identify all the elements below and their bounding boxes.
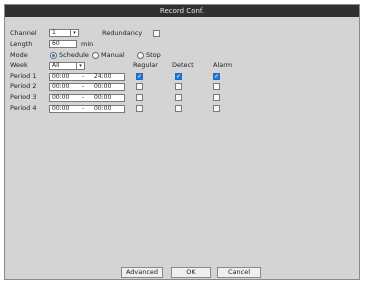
period-time-input[interactable]: 00:00 - 00:00 — [49, 94, 125, 102]
dialog-content: Channel 1 ▾ Redundancy Length 60 min Mod… — [5, 17, 359, 279]
channel-label: Channel — [10, 29, 37, 37]
channel-value: 1 — [52, 29, 56, 36]
week-value: All — [52, 62, 60, 69]
record-conf-dialog: Record Conf. Channel 1 ▾ Redundancy Leng… — [4, 4, 360, 280]
period-label: Period 1 — [10, 72, 37, 80]
mode-label: Mode — [10, 51, 28, 59]
mode-stop-radio[interactable] — [137, 52, 144, 59]
period-end: 00:00 — [94, 94, 112, 101]
period-regular-checkbox[interactable] — [136, 83, 143, 90]
column-regular: Regular — [133, 61, 158, 69]
dialog-title: Record Conf. — [5, 5, 359, 17]
check-icon: ✓ — [214, 73, 220, 80]
period-detect-checkbox[interactable] — [175, 94, 182, 101]
week-label: Week — [10, 61, 28, 69]
redundancy-checkbox[interactable] — [153, 30, 160, 37]
period-end: 00:00 — [94, 83, 112, 90]
check-icon: ✓ — [176, 73, 182, 80]
period-label: Period 4 — [10, 104, 37, 112]
period-start: 00:00 — [52, 94, 70, 101]
period-detect-checkbox[interactable] — [175, 105, 182, 112]
redundancy-label: Redundancy — [102, 29, 143, 37]
min-label: min — [81, 40, 94, 48]
period-label: Period 3 — [10, 93, 37, 101]
week-select[interactable]: All ▾ — [49, 62, 85, 70]
period-separator: - — [82, 73, 85, 80]
period-regular-checkbox[interactable] — [136, 94, 143, 101]
period-separator: - — [82, 94, 85, 101]
cancel-button[interactable]: Cancel — [217, 267, 261, 278]
length-value: 60 — [52, 40, 60, 47]
period-detect-checkbox[interactable]: ✓ — [175, 73, 182, 80]
period-alarm-checkbox[interactable] — [213, 105, 220, 112]
chevron-down-icon[interactable]: ▾ — [70, 30, 78, 36]
period-end: 00:00 — [94, 105, 112, 112]
period-start: 00:00 — [52, 73, 70, 80]
period-end: 24:00 — [94, 73, 112, 80]
mode-manual-label: Manual — [101, 51, 125, 59]
period-regular-checkbox[interactable] — [136, 105, 143, 112]
period-label: Period 2 — [10, 82, 37, 90]
column-detect: Detect — [172, 61, 194, 69]
period-time-input[interactable]: 00:00 - 00:00 — [49, 105, 125, 113]
mode-stop-label: Stop — [146, 51, 161, 59]
period-time-input[interactable]: 00:00 - 00:00 — [49, 83, 125, 91]
channel-select[interactable]: 1 ▾ — [49, 29, 79, 37]
period-start: 00:00 — [52, 83, 70, 90]
period-detect-checkbox[interactable] — [175, 83, 182, 90]
period-time-input[interactable]: 00:00 - 24:00 — [49, 73, 125, 81]
mode-schedule-radio[interactable] — [50, 52, 57, 59]
period-regular-checkbox[interactable]: ✓ — [136, 73, 143, 80]
length-label: Length — [10, 40, 33, 48]
check-icon: ✓ — [137, 73, 143, 80]
mode-manual-radio[interactable] — [92, 52, 99, 59]
period-alarm-checkbox[interactable] — [213, 94, 220, 101]
period-start: 00:00 — [52, 105, 70, 112]
chevron-down-icon[interactable]: ▾ — [76, 63, 84, 69]
period-separator: - — [82, 105, 85, 112]
length-input[interactable]: 60 — [49, 40, 77, 48]
period-alarm-checkbox[interactable] — [213, 83, 220, 90]
advanced-button[interactable]: Advanced — [121, 267, 163, 278]
column-alarm: Alarm — [213, 61, 233, 69]
mode-schedule-label: Schedule — [59, 51, 89, 59]
period-separator: - — [82, 83, 85, 90]
period-alarm-checkbox[interactable]: ✓ — [213, 73, 220, 80]
ok-button[interactable]: OK — [171, 267, 211, 278]
